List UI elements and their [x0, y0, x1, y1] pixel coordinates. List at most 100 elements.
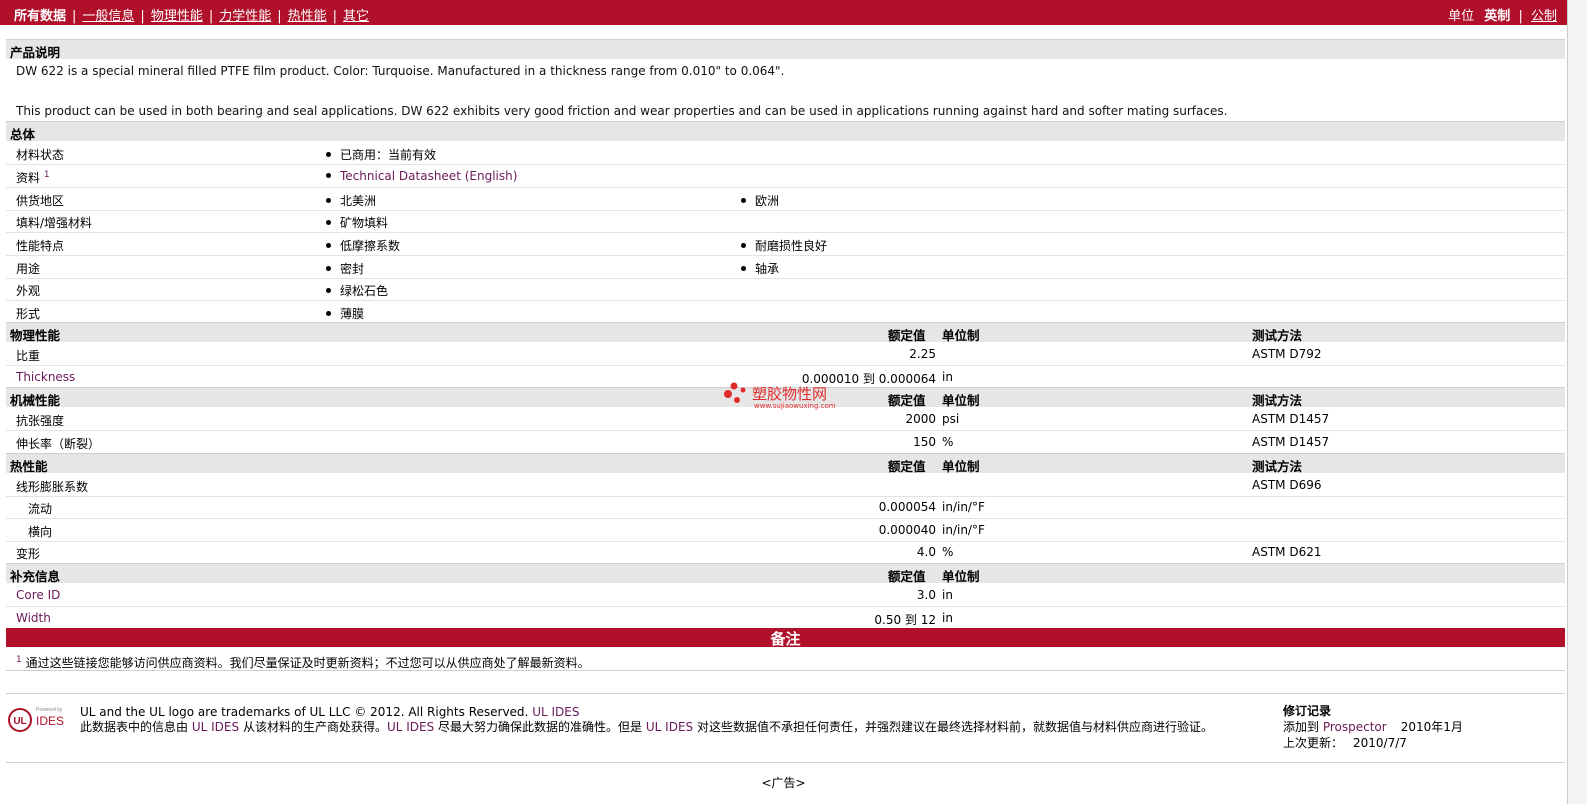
section-header-physical: 物理性能 额定值 单位制 测试方法: [6, 322, 1565, 343]
unit-switcher: 单位 英制 | 公制: [1448, 5, 1557, 24]
row-value: 150: [913, 435, 936, 449]
datasheet-link[interactable]: Technical Datasheet (English): [340, 169, 517, 183]
col-header-value: 额定值: [888, 459, 926, 474]
bullet-value: 绿松石色: [326, 282, 388, 299]
nav-general-info[interactable]: 一般信息: [82, 9, 134, 24]
unit-metric-link[interactable]: 公制: [1531, 9, 1557, 24]
bullet-icon: [326, 266, 331, 271]
row-label: 供货地区: [16, 194, 65, 208]
row-label: 用途: [16, 262, 41, 276]
row-label: 外观: [16, 284, 41, 298]
divider: [6, 762, 1565, 763]
ad-placeholder: <广告>: [761, 776, 806, 790]
nav-separator: |: [332, 9, 338, 24]
row-label: 流动: [28, 502, 53, 516]
test-method: ASTM D696: [1252, 478, 1322, 492]
col-header-test: 测试方法: [1252, 328, 1303, 343]
row-unit: in/in/°F: [942, 523, 985, 537]
svg-text:UL: UL: [13, 716, 26, 727]
table-row: 供货地区 北美洲 欧洲: [6, 188, 1565, 211]
footnote: 1 通过这些链接您能够访问供应商资料。我们尽量保证及时更新资料；不过您可以从供应…: [16, 654, 590, 671]
table-row: 伸长率（断裂） 150 % ASTM D1457: [6, 431, 1565, 454]
top-nav-bar: 所有数据 | 一般信息 | 物理性能 | 力学性能 | 热性能 | 其它 单位 英制 | 公制: [0, 0, 1567, 25]
section-title: 产品说明: [10, 45, 61, 60]
unit-imperial: 英制: [1484, 9, 1511, 24]
test-method: ASTM D621: [1252, 545, 1322, 559]
ul-ides-logo: UL Powered by IDES: [6, 704, 72, 734]
row-label-link[interactable]: Width: [16, 611, 51, 625]
svg-text:Powered by: Powered by: [36, 707, 63, 713]
revision-history: 修订记录 添加到 Prospector 2010年1月 上次更新： 2010/7/7: [1283, 703, 1463, 751]
table-row: 资料 1 Technical Datasheet (English): [6, 165, 1565, 188]
nav-thermal[interactable]: 热性能: [288, 9, 327, 24]
nav-separator: |: [72, 9, 77, 24]
col-header-unit: 单位制: [942, 459, 980, 474]
nav-all-data[interactable]: 所有数据: [14, 9, 66, 24]
row-label: 横向: [28, 525, 53, 539]
bullet-icon: [326, 311, 331, 316]
row-label: 变形: [16, 547, 41, 561]
table-row: 性能特点 低摩擦系数 耐磨损性良好: [6, 233, 1565, 256]
row-unit: in: [942, 588, 953, 602]
product-description-1: DW 622 is a special mineral filled PTFE …: [16, 64, 785, 78]
bullet-value: 欧洲: [741, 192, 779, 209]
table-row: 形式 薄膜: [6, 301, 1565, 324]
bullet-icon: [741, 198, 746, 203]
section-title: 物理性能: [10, 328, 61, 343]
bullet-value: 已商用：当前有效: [326, 146, 436, 163]
bullet-value: 耐磨损性良好: [741, 237, 827, 254]
row-unit: psi: [942, 412, 960, 426]
bullet-value: 北美洲: [326, 192, 376, 209]
row-label: 形式: [16, 307, 41, 321]
footer-disclaimer: UL and the UL logo are trademarks of UL …: [80, 705, 1260, 735]
nav-separator: |: [208, 9, 214, 24]
footnote-marker: 1: [16, 655, 22, 665]
table-row: 外观 绿松石色: [6, 278, 1565, 301]
row-value: 2.25: [909, 347, 936, 361]
table-row: 材料状态 已商用：当前有效: [6, 142, 1565, 165]
footnote-text: 通过这些链接您能够访问供应商资料。我们尽量保证及时更新资料；不过您可以从供应商处…: [25, 656, 590, 670]
section-header-product: 产品说明: [6, 39, 1565, 60]
footnote-marker: 1: [43, 170, 50, 180]
notes-title: 备注: [770, 630, 801, 648]
scrollbar-track[interactable]: [1567, 0, 1587, 804]
bullet-value: 薄膜: [326, 305, 364, 322]
section-nav: 所有数据 | 一般信息 | 物理性能 | 力学性能 | 热性能 | 其它: [14, 5, 369, 24]
row-unit: %: [942, 545, 954, 559]
row-label-link[interactable]: Thickness: [16, 370, 75, 384]
row-value: 4.0: [916, 545, 936, 559]
col-header-test: 测试方法: [1252, 459, 1303, 474]
bullet-icon: [326, 243, 331, 248]
bullet-value: 密封: [326, 260, 364, 277]
row-label-link[interactable]: Core ID: [16, 588, 60, 602]
row-value: 0.000054: [878, 500, 936, 514]
nav-physical[interactable]: 物理性能: [151, 9, 203, 24]
bullet-icon: [326, 152, 331, 157]
nav-mechanical[interactable]: 力学性能: [219, 9, 271, 24]
revision-added: 添加到 Prospector 2010年1月: [1283, 720, 1463, 734]
units-separator: |: [1518, 9, 1523, 24]
section-header-general: 总体: [6, 121, 1565, 142]
watermark-text: 塑胶物性网: [752, 385, 828, 403]
table-row: Width 0.50 到 12 in: [6, 607, 1565, 630]
bullet-icon: [326, 288, 331, 293]
test-method: ASTM D1457: [1252, 412, 1330, 426]
nav-separator: |: [277, 9, 282, 24]
units-label: 单位: [1448, 9, 1475, 24]
col-header-value: 额定值: [888, 569, 926, 584]
section-header-supplementary: 补充信息 额定值 单位制: [6, 563, 1565, 584]
row-value: 0.000040: [878, 523, 936, 537]
ul-ides-link[interactable]: UL IDES: [532, 705, 579, 719]
nav-other[interactable]: 其它: [343, 9, 369, 24]
bullet-icon: [326, 220, 331, 225]
table-row: 用途 密封 轴承: [6, 256, 1565, 279]
test-method: ASTM D792: [1252, 347, 1322, 361]
row-value: 3.0: [916, 588, 936, 602]
col-header-value: 额定值: [888, 393, 926, 408]
watermark: 塑胶物性网 www.sujiaowuxing.com: [722, 380, 852, 417]
bullet-value: 低摩擦系数: [326, 237, 400, 254]
prospector-link[interactable]: Prospector: [1323, 720, 1387, 734]
table-row: 比重 2.25 ASTM D792: [6, 343, 1565, 366]
revision-updated: 上次更新： 2010/7/7: [1283, 736, 1407, 750]
table-row: 流动 0.000054 in/in/°F: [6, 496, 1565, 519]
